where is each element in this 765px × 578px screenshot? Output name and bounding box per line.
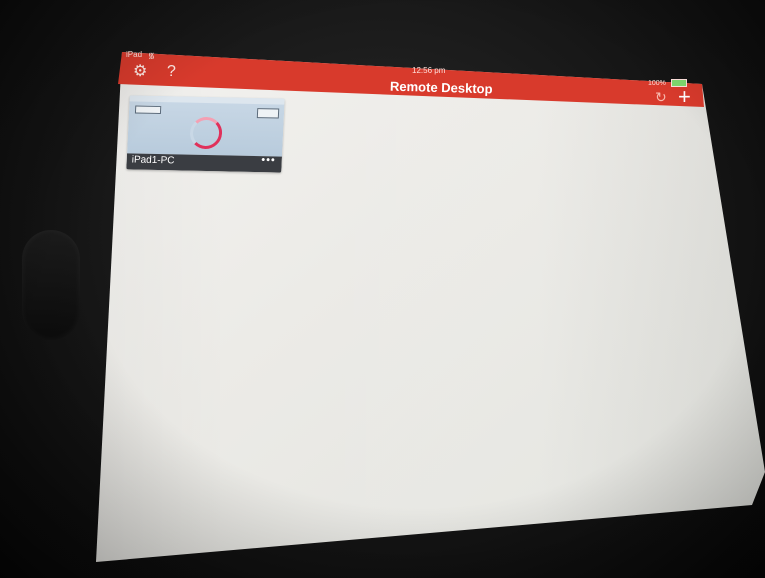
add-connection-button[interactable]: + xyxy=(678,86,691,108)
wifi-icon: ᯾ xyxy=(148,51,155,60)
help-icon[interactable]: ? xyxy=(167,64,176,80)
desktop-thumbnail xyxy=(127,95,285,157)
photo-frame: iPad ᯾ 12:56 pm 100% ⚙ ? Remote Desktop … xyxy=(0,0,765,578)
status-time: 12:56 pm xyxy=(412,66,446,75)
thumbnail-loading-ring xyxy=(189,116,223,150)
status-carrier: iPad xyxy=(126,50,143,59)
more-options-icon[interactable]: ••• xyxy=(261,154,276,166)
thumbnail-window-right xyxy=(256,108,280,119)
ipad-bezel xyxy=(22,230,80,340)
connection-name: iPad1-PC xyxy=(131,154,175,167)
thumbnail-window-left xyxy=(134,105,162,115)
page-title: Remote Desktop xyxy=(389,78,493,97)
connection-tile[interactable]: iPad1-PC ••• xyxy=(126,95,285,173)
tile-caption: iPad1-PC ••• xyxy=(126,153,282,173)
gear-icon[interactable]: ⚙ xyxy=(133,64,147,80)
refresh-icon[interactable]: ↻ xyxy=(655,90,667,104)
battery-percent: 100% xyxy=(648,79,666,87)
